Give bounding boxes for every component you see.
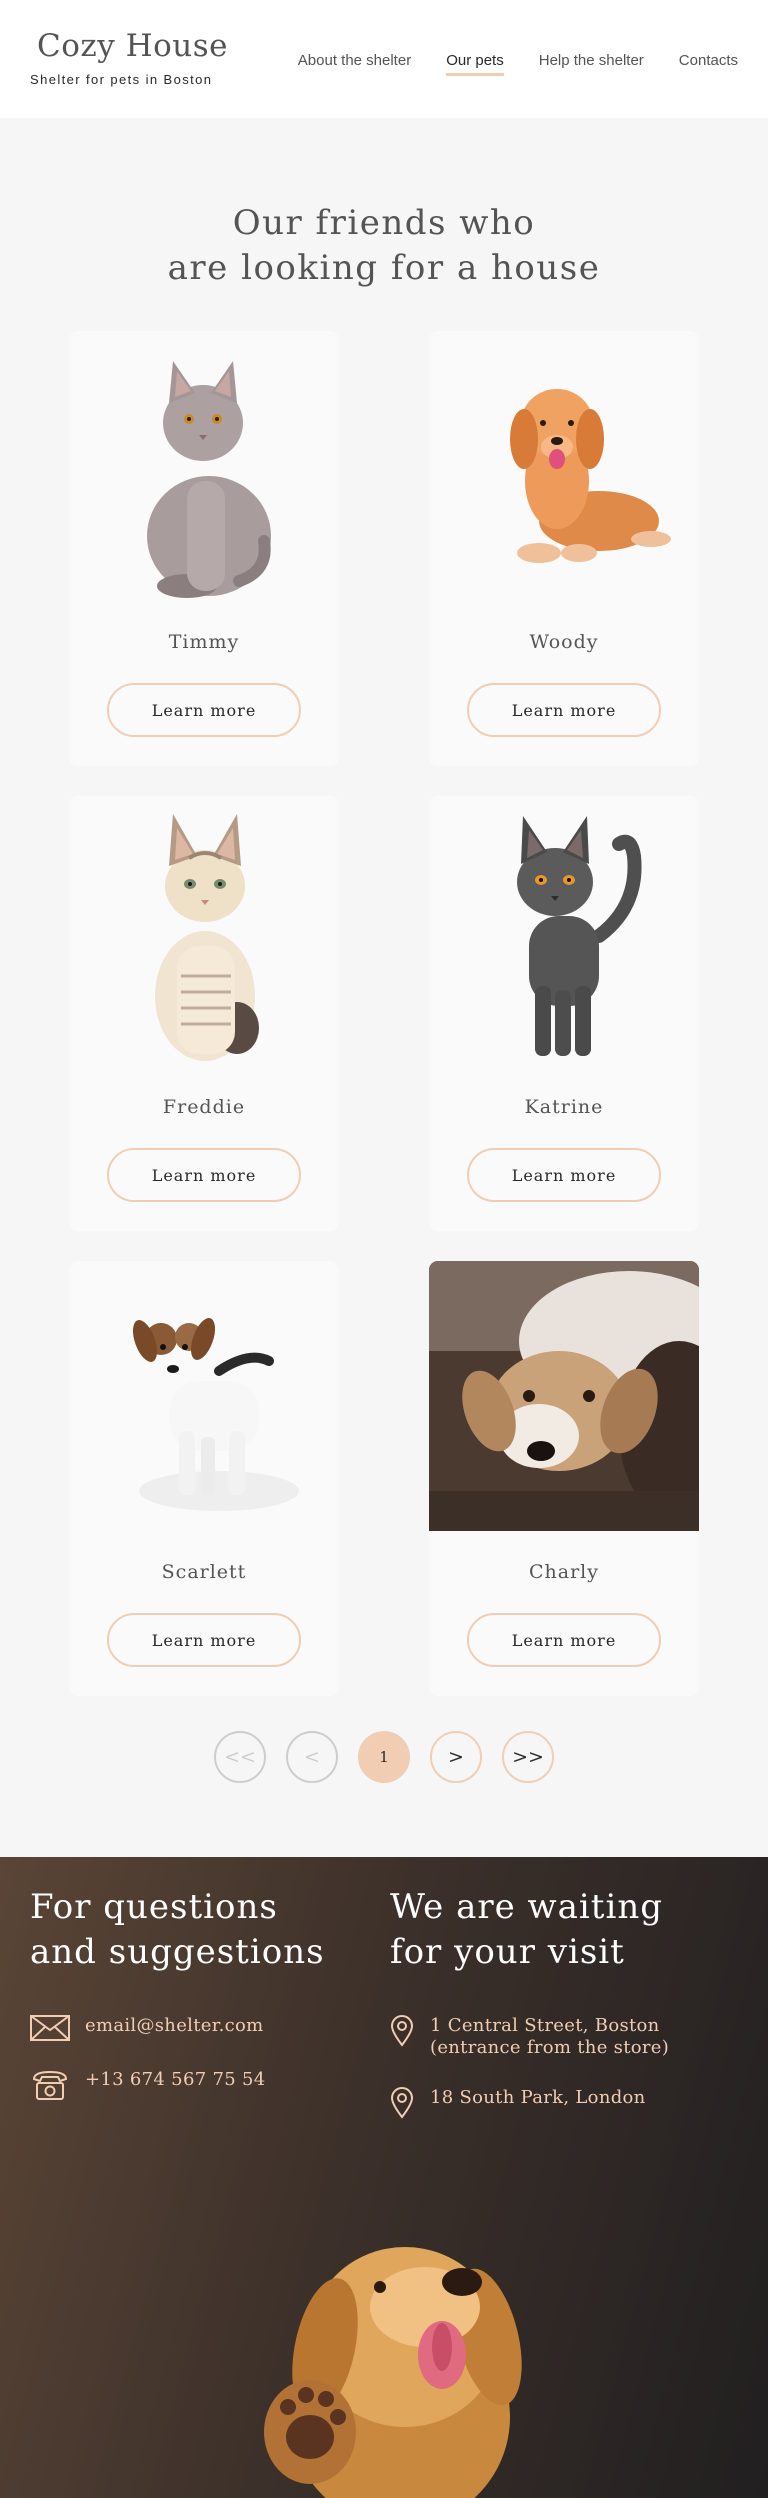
pet-name: Freddie	[162, 1096, 246, 1118]
pet-name: Charly	[529, 1561, 599, 1583]
learn-more-button[interactable]: Learn more	[107, 1148, 301, 1202]
learn-more-button[interactable]: Learn more	[467, 683, 661, 737]
learn-more-button[interactable]: Learn more	[107, 1613, 301, 1667]
footer-phone-text: +13 674 567 75 54	[85, 2069, 266, 2090]
footer-address-boston-text: 1 Central Street, Boston (entrance from …	[430, 2015, 669, 2059]
pets-title-line1: Our friends who	[232, 203, 536, 243]
next-page-button[interactable]: >	[430, 1731, 482, 1783]
pet-image-woody	[429, 331, 699, 601]
pet-card-katrine[interactable]: Katrine Learn more	[429, 796, 699, 1231]
pets-grid: Timmy Learn more Woody Learn more Freddi…	[69, 331, 699, 1696]
learn-more-button[interactable]: Learn more	[107, 683, 301, 737]
pet-card-woody[interactable]: Woody Learn more	[429, 331, 699, 766]
pet-name: Scarlett	[161, 1561, 247, 1583]
footer-locations-column: We are waiting for your visit 1 Central …	[390, 1885, 669, 2119]
logo[interactable]: Cozy House Shelter for pets in Boston	[30, 28, 228, 87]
nav-contacts[interactable]: Contacts	[679, 52, 738, 76]
last-page-button[interactable]: >>	[502, 1731, 554, 1783]
pet-card-freddie[interactable]: Freddie Learn more	[69, 796, 339, 1231]
pet-name: Katrine	[524, 1096, 604, 1118]
pet-card-timmy[interactable]: Timmy Learn more	[69, 331, 339, 766]
pet-card-charly[interactable]: Charly Learn more	[429, 1261, 699, 1696]
footer-address-boston[interactable]: 1 Central Street, Boston (entrance from …	[390, 2015, 669, 2059]
pet-image-timmy	[69, 331, 339, 601]
pets-title: Our friends who are looking for a house	[0, 201, 768, 291]
main-nav: About the shelter Our pets Help the shel…	[263, 52, 738, 76]
first-page-button[interactable]: <<	[214, 1731, 266, 1783]
footer-visit-title-line2: for your visit	[390, 1932, 625, 1972]
pet-image-scarlett	[69, 1261, 339, 1531]
nav-help-shelter[interactable]: Help the shelter	[539, 52, 644, 76]
footer-email[interactable]: email@shelter.com	[30, 2015, 325, 2041]
nav-about-shelter[interactable]: About the shelter	[298, 52, 411, 76]
pet-image-charly	[429, 1261, 699, 1531]
footer-email-text: email@shelter.com	[85, 2015, 264, 2036]
footer-questions-title-line1: For questions	[30, 1887, 278, 1927]
address-line1: 1 Central Street, Boston	[430, 2015, 660, 2036]
location-pin-icon	[390, 2087, 430, 2119]
footer-questions-title-line2: and suggestions	[30, 1932, 325, 1972]
address-line2: (entrance from the store)	[430, 2037, 670, 2058]
learn-more-button[interactable]: Learn more	[467, 1148, 661, 1202]
pet-image-katrine	[429, 796, 699, 1066]
phone-icon	[30, 2069, 85, 2101]
footer-questions-title: For questions and suggestions	[30, 1885, 325, 1975]
pet-card-scarlett[interactable]: Scarlett Learn more	[69, 1261, 339, 1696]
nav-our-pets[interactable]: Our pets	[446, 52, 504, 76]
current-page-indicator[interactable]: 1	[358, 1731, 410, 1783]
pets-section: Our friends who are looking for a house	[0, 118, 768, 1857]
pet-image-freddie	[69, 796, 339, 1066]
header: Cozy House Shelter for pets in Boston Ab…	[0, 0, 768, 118]
footer-phone[interactable]: +13 674 567 75 54	[30, 2069, 325, 2101]
location-pin-icon	[390, 2015, 430, 2047]
pet-name: Woody	[529, 631, 599, 653]
learn-more-button[interactable]: Learn more	[467, 1613, 661, 1667]
footer-visit-title-line1: We are waiting	[390, 1887, 664, 1927]
pet-name: Timmy	[168, 631, 240, 653]
footer-visit-title: We are waiting for your visit	[390, 1885, 669, 1975]
footer-address-london[interactable]: 18 South Park, London	[390, 2087, 669, 2119]
footer: For questions and suggestions email@shel…	[0, 1857, 768, 2498]
envelope-icon	[30, 2015, 85, 2041]
prev-page-button[interactable]: <	[286, 1731, 338, 1783]
footer-address-london-text: 18 South Park, London	[430, 2087, 646, 2108]
footer-contacts-column: For questions and suggestions email@shel…	[30, 1885, 325, 2101]
pets-title-line2: are looking for a house	[167, 248, 601, 288]
footer-puppy-image	[230, 2187, 550, 2498]
logo-title: Cozy House	[37, 28, 228, 64]
pagination: << < 1 > >>	[0, 1731, 768, 1783]
logo-subtitle: Shelter for pets in Boston	[30, 72, 213, 87]
